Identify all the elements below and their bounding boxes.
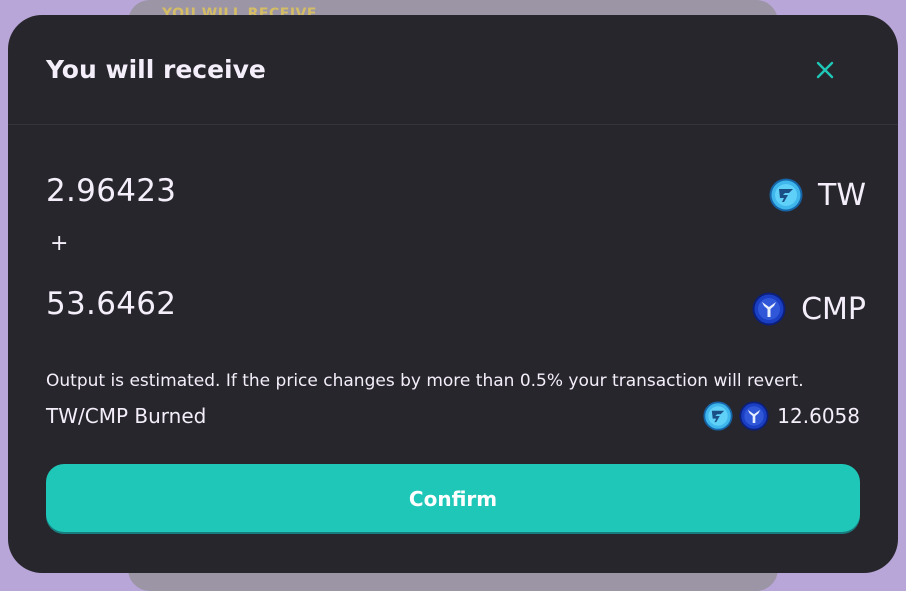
estimate-note: Output is estimated. If the price change… (46, 371, 804, 391)
modal-header: You will receive (8, 15, 898, 125)
burned-label: TW/CMP Burned (46, 404, 207, 428)
tw-amount: 2.96423 (46, 173, 177, 209)
cmp-token: CMP (752, 291, 866, 327)
cmp-amount: 53.6462 (46, 286, 177, 322)
confirm-button[interactable]: Confirm (46, 464, 860, 534)
close-button[interactable] (814, 59, 836, 81)
tw-token-icon (769, 178, 803, 212)
close-icon (816, 61, 834, 79)
tw-token-icon (703, 401, 733, 431)
modal-title: You will receive (46, 55, 266, 84)
tw-symbol: TW (818, 177, 866, 213)
cmp-symbol: CMP (801, 291, 866, 327)
burned-value-group: 12.6058 (703, 401, 860, 431)
plus-separator: + (50, 231, 69, 256)
tw-token: TW (769, 177, 866, 213)
cmp-token-icon (752, 292, 786, 326)
burned-value: 12.6058 (777, 404, 860, 428)
receive-modal: You will receive 2.96423 TW + 53.6462 CM… (8, 15, 898, 573)
cmp-token-icon (739, 401, 769, 431)
